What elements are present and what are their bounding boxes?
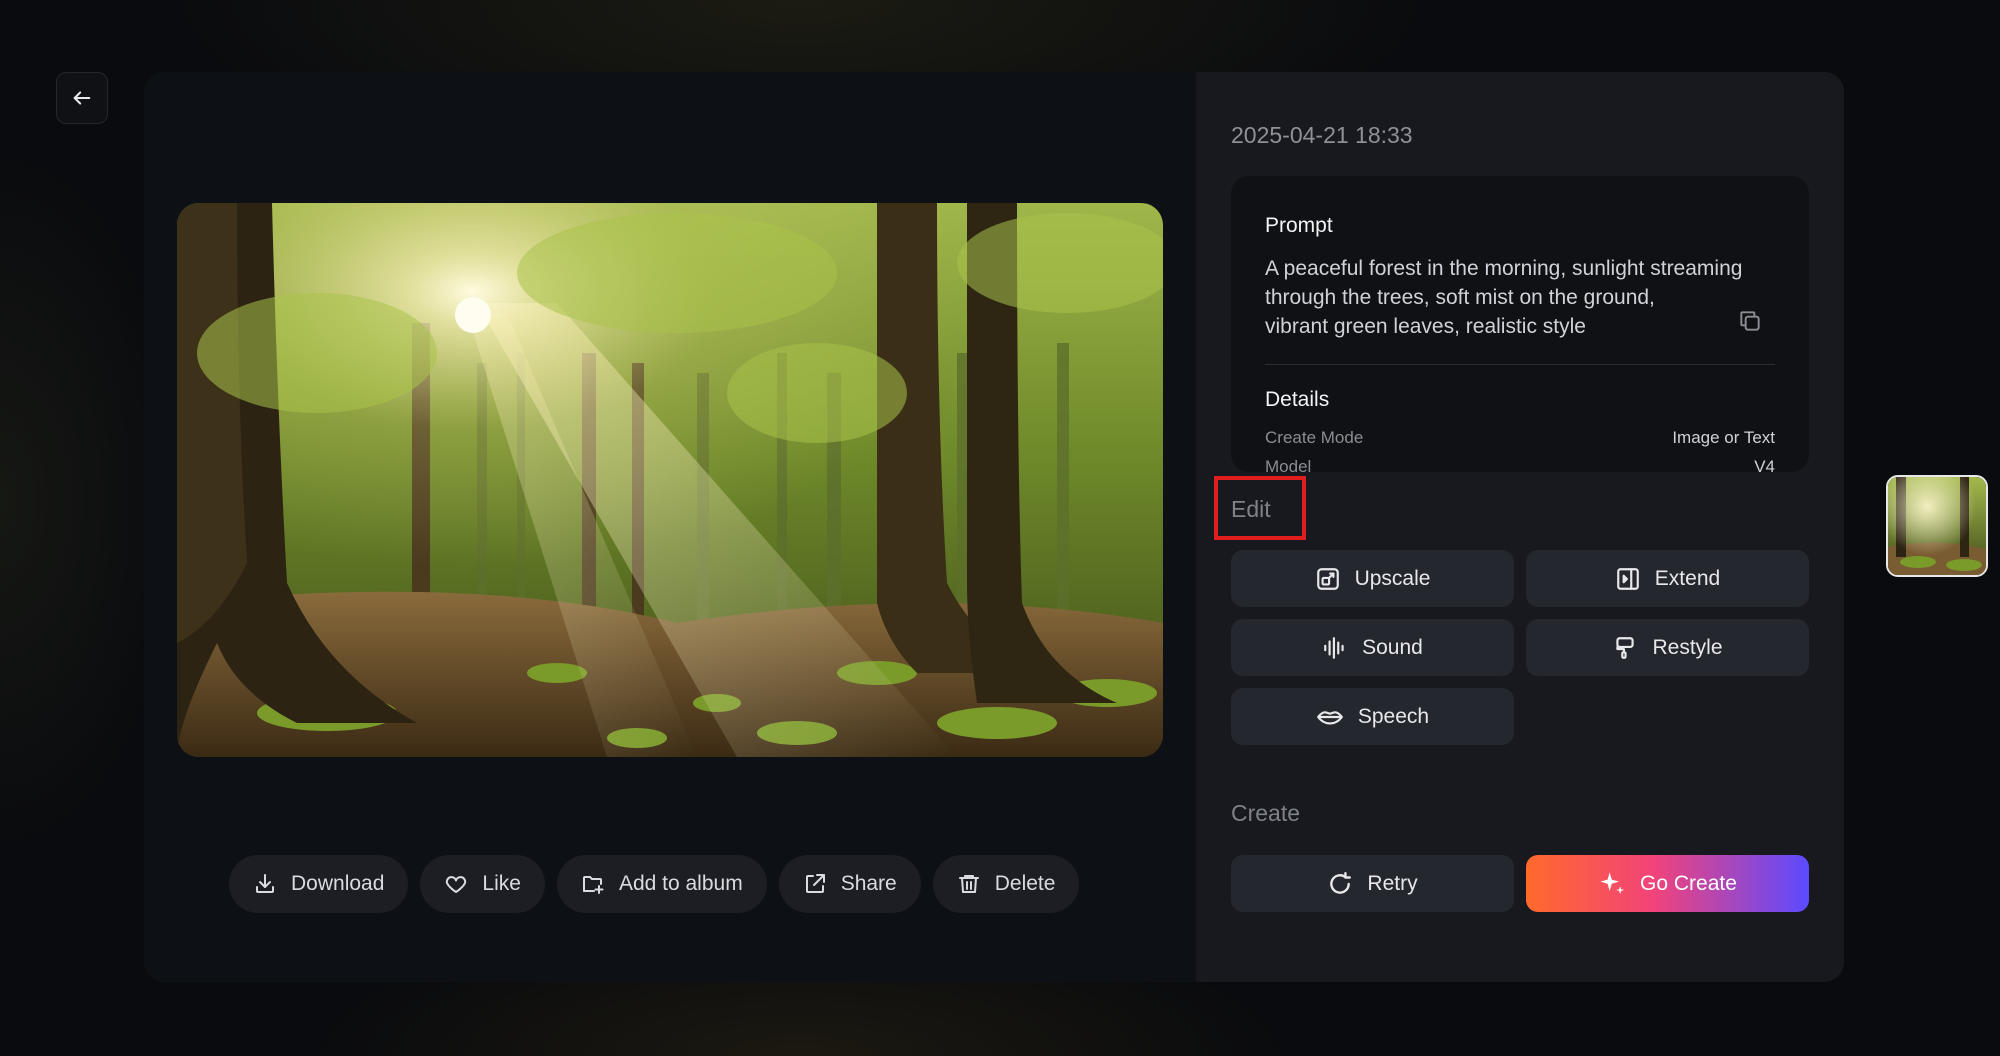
restyle-label: Restyle <box>1652 635 1723 659</box>
sound-wave-icon <box>1324 636 1344 659</box>
download-label: Download <box>291 872 385 895</box>
detail-row-create-mode: Create Mode Image or Text <box>1265 428 1775 448</box>
share-button[interactable]: Share <box>778 855 921 913</box>
extend-icon <box>1616 567 1639 590</box>
go-create-button[interactable]: Go Create <box>1526 855 1809 912</box>
upscale-label: Upscale <box>1354 566 1431 590</box>
like-label: Like <box>482 872 521 895</box>
card-divider <box>1265 364 1775 365</box>
retry-button[interactable]: Retry <box>1231 855 1514 912</box>
trash-icon <box>958 875 979 893</box>
extend-button[interactable]: Extend <box>1526 550 1809 607</box>
retry-label: Retry <box>1367 871 1418 895</box>
details-heading: Details <box>1265 388 1330 411</box>
timestamp: 2025-04-21 18:33 <box>1231 122 1413 148</box>
extend-label: Extend <box>1654 566 1721 590</box>
prompt-line: through the trees, soft mist on the grou… <box>1265 286 1655 309</box>
generated-image[interactable] <box>177 203 1163 757</box>
prompt-line: vibrant green leaves, realistic style <box>1265 315 1586 338</box>
share-label: Share <box>840 872 897 895</box>
download-icon <box>256 874 274 893</box>
stage: Download Like Add to album Share Delete … <box>0 0 2000 1056</box>
add-to-album-label: Add to album <box>618 872 743 895</box>
restyle-button[interactable]: Restyle <box>1526 619 1809 676</box>
image-actions: Download Like Add to album Share Delete <box>229 855 1080 913</box>
edit-highlight-box <box>1214 476 1306 540</box>
arrow-left-icon <box>73 91 91 105</box>
share-icon <box>805 874 825 893</box>
upscale-icon <box>1316 567 1339 590</box>
detail-value: V4 <box>1754 457 1775 472</box>
like-button[interactable]: Like <box>420 855 545 913</box>
sound-button[interactable]: Sound <box>1231 619 1514 676</box>
detail-value: Image or Text <box>1672 428 1775 447</box>
speech-label: Speech <box>1357 704 1430 728</box>
speech-button[interactable]: Speech <box>1231 688 1514 745</box>
prompt-text: A peaceful forest in the morning, sunlig… <box>1265 254 1765 341</box>
sparkle-icon <box>1600 871 1625 894</box>
info-card: Prompt A peaceful forest in the morning,… <box>1231 176 1809 472</box>
go-create-label: Go Create <box>1640 871 1737 895</box>
delete-label: Delete <box>994 872 1056 895</box>
retry-icon <box>1330 871 1352 894</box>
copy-icon[interactable] <box>1737 308 1763 334</box>
sound-label: Sound <box>1362 635 1423 659</box>
image-viewer: Download Like Add to album Share Delete <box>144 72 1196 982</box>
prompt-heading: Prompt <box>1265 214 1333 237</box>
folder-add-icon <box>582 876 604 894</box>
download-button[interactable]: Download <box>229 855 409 913</box>
prompt-line: A peaceful forest in the morning, sunlig… <box>1265 257 1743 280</box>
heart-icon <box>446 876 467 893</box>
upscale-button[interactable]: Upscale <box>1231 550 1514 607</box>
detail-row-model: Model V4 <box>1265 457 1775 472</box>
create-section-title: Create <box>1231 800 1301 826</box>
thumbnail-selected[interactable] <box>1886 475 1988 577</box>
back-button[interactable] <box>56 72 108 124</box>
lips-icon <box>1316 710 1343 725</box>
delete-button[interactable]: Delete <box>932 855 1080 913</box>
detail-key: Create Mode <box>1265 428 1364 447</box>
detail-panel: Download Like Add to album Share Delete … <box>144 72 1844 982</box>
detail-key: Model <box>1265 457 1312 472</box>
paint-brush-icon <box>1616 636 1635 659</box>
add-to-album-button[interactable]: Add to album <box>556 855 767 913</box>
